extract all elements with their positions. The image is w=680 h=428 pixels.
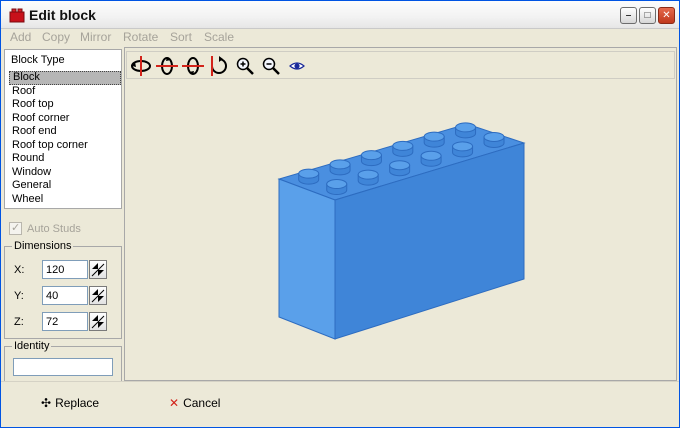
dimension-x-spinner[interactable] <box>89 260 107 279</box>
replace-button[interactable]: ✣ Replace <box>41 396 99 410</box>
rotate-vertical-right-icon <box>182 57 204 75</box>
left-panel: Block Type Block Roof Roof top Roof corn… <box>4 49 122 382</box>
dimension-y-input[interactable] <box>42 286 88 305</box>
block-type-item-window[interactable]: Window <box>9 166 121 180</box>
rotate-horizontal-button[interactable] <box>130 55 152 77</box>
plus-icon: ✣ <box>41 396 52 410</box>
dimension-x-row: X: <box>14 260 107 279</box>
dimensions-group: Dimensions X: Y: <box>4 240 122 339</box>
dimension-y-spinner[interactable] <box>89 286 107 305</box>
brick-stud-top <box>455 122 477 133</box>
menu-add[interactable]: Add <box>10 30 31 44</box>
brick-stud-top <box>423 131 445 142</box>
dialog-button-bar: ✣ Replace ✕ Cancel <box>1 381 679 427</box>
identity-input[interactable] <box>13 358 113 376</box>
block-type-list[interactable]: Block Roof Roof top Roof corner Roof end… <box>9 71 121 206</box>
rotate-horizontal-icon <box>131 56 151 76</box>
identity-group: Identity <box>4 340 122 382</box>
rotate-roll-button[interactable] <box>208 55 230 77</box>
maximize-button[interactable]: □ <box>639 7 656 24</box>
dimension-x-label: X: <box>14 263 25 276</box>
window-title: Edit block <box>29 7 96 23</box>
checkbox-icon <box>9 221 22 235</box>
zoom-in-icon <box>236 57 254 75</box>
block-type-item-wheel[interactable]: Wheel <box>9 193 121 207</box>
block-type-item-roof-end[interactable]: Roof end <box>9 125 121 139</box>
auto-studs-checkbox[interactable]: Auto Studs <box>9 221 81 235</box>
block-type-item-general[interactable]: General <box>9 179 121 193</box>
block-type-item-roof[interactable]: Roof <box>9 85 121 99</box>
cancel-label: Cancel <box>183 396 221 410</box>
brick-render[interactable] <box>125 82 676 380</box>
view-eye-button[interactable] <box>286 55 308 77</box>
dimension-z-spinner[interactable] <box>89 312 107 331</box>
block-3d-viewer[interactable] <box>124 47 677 381</box>
brick-stud-top <box>329 159 351 170</box>
close-icon: ✕ <box>662 9 671 21</box>
block-type-item-roof-corner[interactable]: Roof corner <box>9 112 121 126</box>
dimension-y-row: Y: <box>14 286 107 305</box>
close-button[interactable]: ✕ <box>658 7 675 24</box>
brick-stud-top <box>360 150 382 161</box>
view-toolbar <box>126 51 675 79</box>
zoom-out-button[interactable] <box>260 55 282 77</box>
menu-rotate[interactable]: Rotate <box>123 30 158 44</box>
rotate-vertical-right-button[interactable] <box>182 55 204 77</box>
replace-label: Replace <box>55 396 100 410</box>
dimensions-label: Dimensions <box>12 240 74 252</box>
cancel-button[interactable]: ✕ Cancel <box>169 396 220 410</box>
eye-icon <box>289 62 305 70</box>
client-area: Block Type Block Roof Roof top Roof corn… <box>1 47 679 382</box>
dimension-z-row: Z: <box>14 312 107 331</box>
brick-stud-top <box>389 160 411 171</box>
minimize-button[interactable]: – <box>620 7 637 24</box>
menu-mirror[interactable]: Mirror <box>80 30 111 44</box>
rotate-roll-icon <box>211 56 227 76</box>
dimension-z-label: Z: <box>14 315 24 328</box>
brick-stud-top <box>452 141 474 152</box>
spinner-arrows-icon <box>91 263 105 277</box>
menu-sort[interactable]: Sort <box>170 30 192 44</box>
brick-stud-top <box>420 150 442 161</box>
brick-left-face <box>278 178 336 340</box>
block-type-label: Block Type <box>11 54 65 66</box>
brick-stud-top <box>483 131 505 142</box>
dimension-y-label: Y: <box>14 289 24 302</box>
app-brick-icon <box>9 8 25 23</box>
spinner-arrows-icon <box>91 315 105 329</box>
block-type-item-roof-top[interactable]: Roof top <box>9 98 121 112</box>
brick-stud-top <box>357 169 379 180</box>
minimize-icon: – <box>625 9 632 21</box>
brick-stud-top <box>326 179 348 190</box>
rotate-vertical-left-button[interactable] <box>156 55 178 77</box>
dimension-z-input[interactable] <box>42 312 88 331</box>
block-type-item-round[interactable]: Round <box>9 152 121 166</box>
block-type-item-roof-top-corner[interactable]: Roof top corner <box>9 139 121 153</box>
rotate-vertical-left-icon <box>156 57 178 75</box>
zoom-out-icon <box>262 57 280 75</box>
maximize-icon: □ <box>644 9 651 21</box>
menu-copy[interactable]: Copy <box>42 30 70 44</box>
brick-stud-top <box>298 168 320 179</box>
brick-stud-top <box>392 140 414 151</box>
menu-bar: Add Copy Mirror Rotate Sort Scale <box>1 29 679 47</box>
menu-scale[interactable]: Scale <box>204 30 234 44</box>
dimension-x-input[interactable] <box>42 260 88 279</box>
zoom-in-button[interactable] <box>234 55 256 77</box>
auto-studs-label: Auto Studs <box>27 222 81 235</box>
block-type-item-block[interactable]: Block <box>9 71 121 85</box>
block-type-panel: Block Type Block Roof Roof top Roof corn… <box>4 49 122 209</box>
edit-block-window: Edit block – □ ✕ Add Copy Mirror Rotate … <box>0 0 680 428</box>
cancel-x-icon: ✕ <box>169 396 180 410</box>
title-bar[interactable]: Edit block – □ ✕ <box>1 1 679 29</box>
spinner-arrows-icon <box>91 289 105 303</box>
identity-label: Identity <box>12 340 52 352</box>
